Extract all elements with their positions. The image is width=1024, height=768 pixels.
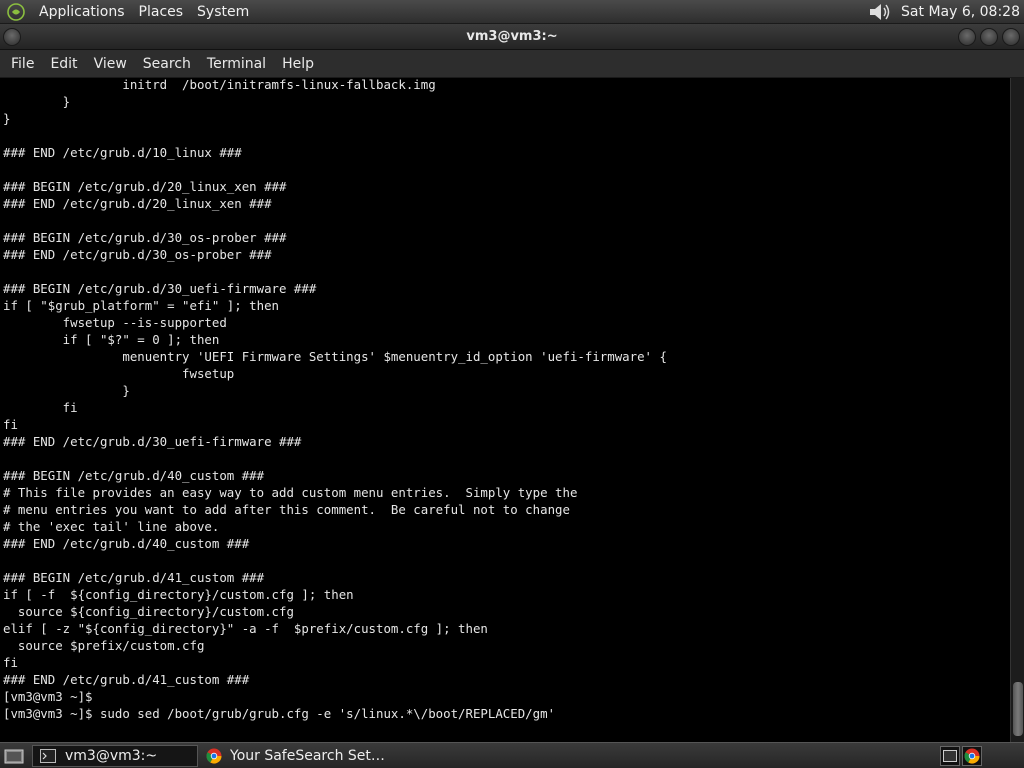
- terminal-line: }: [3, 94, 71, 109]
- terminal-line: fwsetup: [3, 366, 235, 381]
- taskbar-browser-task[interactable]: Your SafeSearch Set…: [200, 745, 385, 767]
- terminal-output[interactable]: initrd /boot/initramfs-linux-fallback.im…: [0, 78, 1010, 742]
- terminal-line: ### END /etc/grub.d/10_linux ###: [3, 145, 242, 160]
- menu-file[interactable]: File: [3, 56, 42, 72]
- window-title: vm3@vm3:~: [466, 29, 558, 44]
- terminal-line: # This file provides an easy way to add …: [3, 485, 578, 500]
- terminal-line: ### BEGIN /etc/grub.d/20_linux_xen ###: [3, 179, 287, 194]
- terminal-line: if [ -f ${config_directory}/custom.cfg ]…: [3, 587, 354, 602]
- notification-tray: [938, 745, 982, 766]
- terminal-line: ### BEGIN /etc/grub.d/41_custom ###: [3, 570, 265, 585]
- terminal-line: if [ "$?" = 0 ]; then: [3, 332, 220, 347]
- tray-terminal-icon[interactable]: [940, 745, 960, 766]
- terminal-line: fi: [3, 417, 18, 432]
- show-desktop-icon[interactable]: [2, 745, 26, 767]
- terminal-menubar: File Edit View Search Terminal Help: [0, 50, 1024, 78]
- scrollbar-thumb[interactable]: [1013, 682, 1023, 736]
- bottom-panel: vm3@vm3:~ Your SafeSearch Set…: [0, 742, 1024, 768]
- close-button[interactable]: [1002, 28, 1020, 46]
- terminal-line: fi: [3, 655, 18, 670]
- panel-clock[interactable]: Sat May 6, 08:28: [901, 4, 1020, 20]
- menu-search[interactable]: Search: [135, 56, 199, 72]
- volume-icon[interactable]: [867, 1, 893, 23]
- terminal-line: if [ "$grub_platform" = "efi" ]; then: [3, 298, 280, 313]
- terminal-line: menuentry 'UEFI Firmware Settings' $menu…: [3, 349, 667, 364]
- terminal-line: ### END /etc/grub.d/30_uefi-firmware ###: [3, 434, 302, 449]
- system-menu[interactable]: System: [190, 4, 256, 20]
- terminal-line: # menu entries you want to add after thi…: [3, 502, 570, 517]
- taskbar-terminal-task[interactable]: vm3@vm3:~: [32, 744, 198, 767]
- places-menu[interactable]: Places: [132, 4, 191, 20]
- terminal-icon: [39, 748, 57, 764]
- terminal-line: ### END /etc/grub.d/40_custom ###: [3, 536, 250, 551]
- terminal-line: [vm3@vm3 ~]$: [3, 689, 93, 704]
- window-titlebar[interactable]: vm3@vm3:~: [0, 24, 1024, 50]
- terminal-line: fi: [3, 400, 78, 415]
- terminal-line: }: [3, 111, 11, 126]
- maximize-button[interactable]: [980, 28, 998, 46]
- terminal-line: ### BEGIN /etc/grub.d/30_os-prober ###: [3, 230, 287, 245]
- terminal-line: # the 'exec tail' line above.: [3, 519, 220, 534]
- terminal-line: elif [ -z "${config_directory}" -a -f $p…: [3, 621, 488, 636]
- terminal-line: source $prefix/custom.cfg: [3, 638, 205, 653]
- terminal-line: [vm3@vm3 ~]$ sudo sed /boot/grub/grub.cf…: [3, 706, 556, 721]
- terminal-line: ### END /etc/grub.d/30_os-prober ###: [3, 247, 272, 262]
- terminal-line: fwsetup --is-supported: [3, 315, 227, 330]
- terminal-line: }: [3, 383, 130, 398]
- menu-help[interactable]: Help: [274, 56, 322, 72]
- chrome-icon: [206, 748, 222, 764]
- terminal-line: ### END /etc/grub.d/20_linux_xen ###: [3, 196, 272, 211]
- menu-edit[interactable]: Edit: [42, 56, 85, 72]
- terminal-line: source ${config_directory}/custom.cfg: [3, 604, 294, 619]
- terminal-line: initrd /boot/initramfs-linux-fallback.im…: [3, 78, 436, 92]
- menu-terminal[interactable]: Terminal: [199, 56, 274, 72]
- taskbar-task-label: Your SafeSearch Set…: [230, 747, 385, 764]
- terminal-line: ### BEGIN /etc/grub.d/40_custom ###: [3, 468, 265, 483]
- terminal-scrollbar[interactable]: [1010, 78, 1024, 742]
- minimize-button[interactable]: [958, 28, 976, 46]
- taskbar-task-label: vm3@vm3:~: [65, 747, 158, 764]
- terminal-line: ### BEGIN /etc/grub.d/30_uefi-firmware #…: [3, 281, 317, 296]
- terminal-line: ### END /etc/grub.d/41_custom ###: [3, 672, 250, 687]
- applications-menu[interactable]: Applications: [32, 4, 132, 20]
- distro-logo-icon[interactable]: [6, 2, 26, 22]
- menu-view[interactable]: View: [86, 56, 135, 72]
- top-panel: Applications Places System Sat May 6, 08…: [0, 0, 1024, 24]
- tray-chrome-icon[interactable]: [962, 745, 982, 766]
